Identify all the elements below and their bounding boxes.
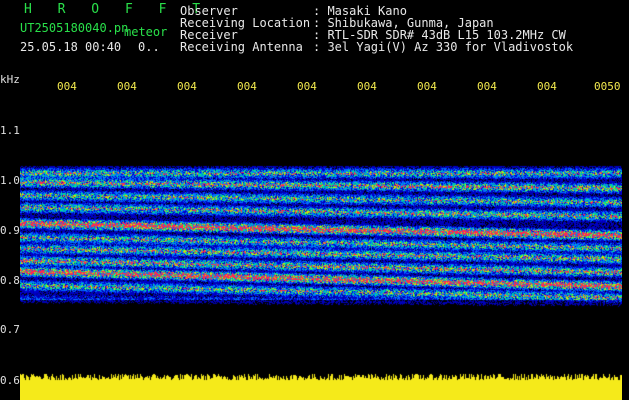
x-tick: 004 (57, 80, 77, 93)
x-tick: 004 (177, 80, 197, 93)
x-tick: 004 (537, 80, 557, 93)
meteor-count: 0.. (138, 40, 160, 54)
x-tick: 004 (117, 80, 137, 93)
x-tick: 004 (417, 80, 437, 93)
x-tick: 004 (297, 80, 317, 93)
x-tick: 0050 (594, 80, 621, 93)
y-tick: 1.1 (0, 124, 20, 137)
info-label-antenna: Receiving Antenna (180, 40, 303, 54)
date-time: 25.05.18 00:40 (20, 40, 122, 54)
y-tick: 0.9 (0, 224, 20, 237)
y-tick: 0.8 (0, 274, 20, 287)
x-tick: 004 (357, 80, 377, 93)
x-tick: 004 (237, 80, 257, 93)
y-tick: 0.7 (0, 323, 20, 336)
x-tick: 004 (477, 80, 497, 93)
y-tick: 1.0 (0, 174, 20, 187)
info-value-antenna: : 3el Yagi(V) Az 330 for Vladivostok (313, 40, 574, 54)
y-tick: 0.6 (0, 374, 20, 387)
signal-level-meter (20, 372, 622, 400)
file-name: UT2505180040.pn (20, 21, 129, 35)
spectrogram (20, 95, 622, 373)
axis-unit: kHz (0, 73, 20, 86)
meteor-label: meteor (124, 25, 168, 39)
